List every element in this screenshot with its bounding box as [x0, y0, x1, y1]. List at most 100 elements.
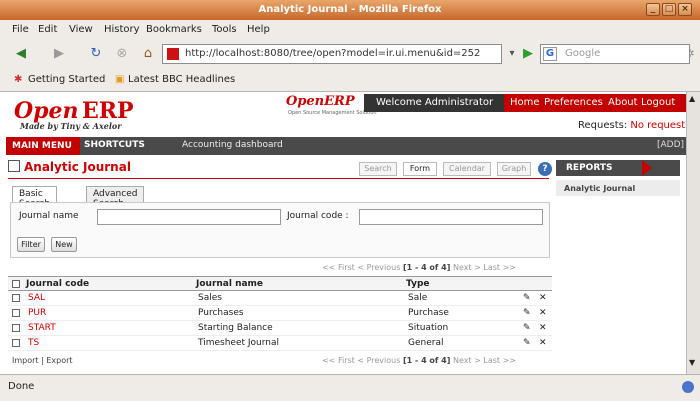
edit-icon[interactable]: ✎ — [523, 293, 531, 303]
table-row[interactable]: START Starting Balance Situation ✎ ✕ — [8, 321, 552, 336]
pager-last-link[interactable]: Last >> — [483, 263, 516, 272]
web-search-box[interactable]: G Google — [540, 44, 690, 64]
journal-code-label: Journal code : — [287, 211, 349, 221]
google-engine-icon[interactable]: G — [543, 47, 557, 61]
cell-type: Sale — [408, 293, 428, 303]
import-export-separator: | — [41, 356, 44, 365]
import-export-links: Import | Export — [12, 356, 73, 365]
security-status-icon — [682, 381, 694, 393]
forward-icon[interactable]: ▶ — [48, 44, 70, 64]
journal-name-input[interactable] — [97, 209, 281, 225]
menu-file[interactable]: File — [12, 24, 29, 35]
row-checkbox[interactable] — [12, 324, 20, 332]
row-checkbox[interactable] — [12, 309, 20, 317]
sidebar-header: REPORTS — [556, 160, 680, 176]
new-button[interactable]: New — [51, 237, 77, 252]
close-window-button[interactable]: × — [678, 3, 692, 16]
sidebar-header-text: REPORTS — [566, 163, 613, 173]
bookmark-bbc-headlines[interactable]: Latest BBC Headlines — [128, 74, 235, 85]
url-dropdown-icon[interactable]: ▾ — [505, 44, 519, 64]
export-link[interactable]: Export — [46, 356, 72, 365]
menu-tools[interactable]: Tools — [212, 24, 237, 35]
table-row[interactable]: PUR Purchases Purchase ✎ ✕ — [8, 306, 552, 321]
sidebar-toggle-icon[interactable] — [642, 160, 652, 176]
journal-code-input[interactable] — [359, 209, 543, 225]
page-title: Analytic Journal — [8, 160, 131, 174]
cell-type: Purchase — [408, 308, 449, 318]
tab-advanced-search[interactable]: Advanced Search — [86, 186, 145, 209]
col-journal-name[interactable]: Journal name — [196, 279, 263, 289]
cell-code[interactable]: TS — [28, 338, 39, 348]
cell-name: Purchases — [198, 308, 244, 318]
link-about[interactable]: About — [608, 97, 638, 108]
requests-link[interactable]: No request — [630, 120, 685, 131]
window-titlebar: Analytic Journal - Mozilla Firefox _ □ × — [0, 0, 700, 20]
shortcuts-button[interactable]: SHORTCUTS — [84, 140, 145, 150]
view-calendar-button[interactable]: Calendar — [443, 162, 491, 176]
pager-previous-link[interactable]: < Previous — [357, 263, 400, 272]
pager-first-link[interactable]: << First — [322, 263, 355, 272]
delete-icon[interactable]: ✕ — [539, 308, 547, 318]
vertical-scrollbar[interactable]: ▲ ▼ — [686, 92, 700, 374]
reload-icon[interactable]: ↻ — [86, 44, 106, 64]
cell-code[interactable]: PUR — [28, 308, 46, 318]
menu-bookmarks[interactable]: Bookmarks — [146, 24, 202, 35]
openerp-logo[interactable]: Open ERP Made by Tiny & Axelor — [14, 98, 164, 131]
maximize-button[interactable]: □ — [662, 3, 676, 16]
menu-history[interactable]: History — [104, 24, 140, 35]
edit-icon[interactable]: ✎ — [523, 323, 531, 333]
delete-icon[interactable]: ✕ — [539, 293, 547, 303]
link-preferences[interactable]: Preferences — [544, 97, 603, 108]
cell-code[interactable]: START — [28, 323, 56, 333]
table-row[interactable]: TS Timesheet Journal General ✎ ✕ — [8, 336, 552, 351]
menu-view[interactable]: View — [69, 24, 93, 35]
menu-help[interactable]: Help — [247, 24, 270, 35]
filter-button[interactable]: Filter — [17, 237, 45, 252]
col-type[interactable]: Type — [406, 279, 429, 289]
minimize-button[interactable]: _ — [646, 3, 660, 16]
view-search-button[interactable]: Search — [359, 162, 397, 176]
window-title: Analytic Journal - Mozilla Firefox — [258, 4, 442, 15]
sidebar-item-analytic-journal[interactable]: Analytic Journal — [556, 180, 680, 196]
welcome-text: Welcome Administrator — [376, 97, 494, 108]
scroll-up-icon[interactable]: ▲ — [689, 94, 695, 103]
help-icon[interactable]: ? — [538, 162, 552, 176]
add-shortcut-link[interactable]: [ADD] — [657, 140, 684, 150]
col-journal-code[interactable]: Journal code — [26, 279, 89, 289]
browser-menubar: File Edit View History Bookmarks Tools H… — [0, 20, 700, 40]
import-link[interactable]: Import — [12, 356, 39, 365]
bookmarks-toolbar: ✱ Getting Started ▣ Latest BBC Headlines — [0, 68, 700, 92]
go-icon[interactable]: ▶ — [520, 44, 536, 64]
edit-icon[interactable]: ✎ — [523, 338, 531, 348]
pager-first-link[interactable]: << First — [322, 356, 355, 365]
stop-icon[interactable]: ⊗ — [112, 44, 132, 64]
menu-edit[interactable]: Edit — [38, 24, 57, 35]
link-logout[interactable]: Logout — [641, 97, 675, 108]
link-home[interactable]: Home — [510, 97, 540, 108]
delete-icon[interactable]: ✕ — [539, 338, 547, 348]
pager-last-link[interactable]: Last >> — [483, 356, 516, 365]
page-title-text: Analytic Journal — [24, 160, 131, 174]
cell-code[interactable]: SAL — [28, 293, 45, 303]
scroll-down-icon[interactable]: ▼ — [689, 358, 695, 367]
title-divider — [8, 178, 549, 179]
edit-icon[interactable]: ✎ — [523, 308, 531, 318]
row-checkbox[interactable] — [12, 339, 20, 347]
table-row[interactable]: SAL Sales Sale ✎ ✕ — [8, 291, 552, 306]
pager-previous-link[interactable]: < Previous — [357, 356, 400, 365]
back-icon[interactable]: ◀ — [10, 44, 32, 64]
view-form-button[interactable]: Form — [403, 162, 437, 176]
cell-name: Sales — [198, 293, 222, 303]
home-icon[interactable]: ⌂ — [138, 44, 158, 64]
bookmark-getting-started[interactable]: Getting Started — [28, 74, 105, 85]
pager-next-link[interactable]: Next > — [453, 263, 481, 272]
row-checkbox[interactable] — [12, 294, 20, 302]
select-all-checkbox[interactable] — [12, 280, 20, 288]
url-bar[interactable]: http://localhost:8080/tree/open?model=ir… — [162, 44, 502, 64]
delete-icon[interactable]: ✕ — [539, 323, 547, 333]
tab-basic-search[interactable]: Basic Search — [12, 186, 57, 209]
view-graph-button[interactable]: Graph — [497, 162, 531, 176]
pager-next-link[interactable]: Next > — [453, 356, 481, 365]
shortcut-accounting-dashboard[interactable]: Accounting dashboard — [182, 140, 283, 150]
main-menu-button[interactable]: MAIN MENU — [6, 137, 80, 155]
